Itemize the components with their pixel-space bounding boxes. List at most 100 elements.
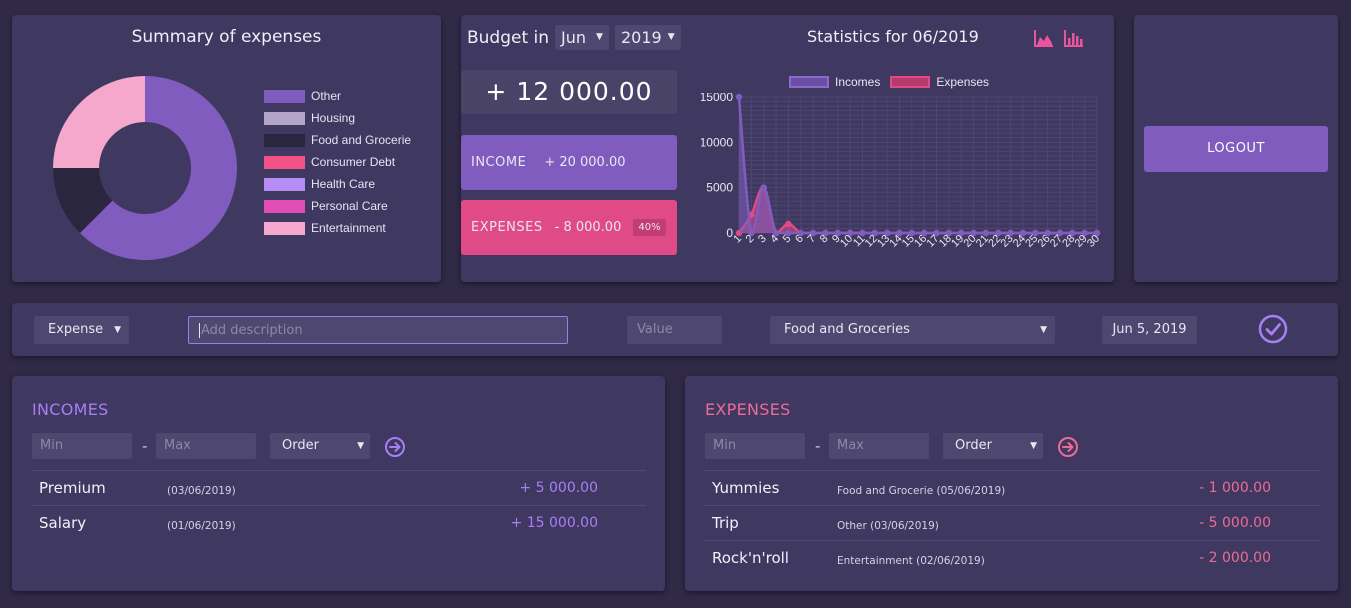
range-dash: - (815, 437, 821, 455)
item-amount: - 2 000.00 (1199, 550, 1271, 566)
expenses-list: Yummies Food and Grocerie (05/06/2019) -… (705, 470, 1319, 575)
data-point-incomes[interactable] (735, 93, 743, 101)
max-placeholder: Max (164, 438, 191, 453)
item-meta: Entertainment (02/06/2019) (837, 555, 985, 567)
legend-label: Food and Grocerie (311, 133, 412, 147)
incomes-max-input[interactable]: Max (156, 433, 256, 459)
legend-item-consumer-debt[interactable]: Consumer Debt (264, 151, 411, 173)
max-placeholder: Max (837, 438, 864, 453)
legend-label: Entertainment (311, 221, 386, 235)
year-select[interactable]: 2019 ▼ (614, 25, 681, 50)
month-value: Jun (561, 28, 587, 47)
legend-swatch-expenses (890, 76, 931, 88)
description-input[interactable]: Add description (188, 316, 568, 344)
list-item[interactable]: Premium (03/06/2019) + 5 000.00 (32, 470, 646, 505)
stats-title: Statistics for 06/2019 (807, 27, 979, 46)
expenses-title: EXPENSES (705, 400, 791, 419)
legend-item-entertainment[interactable]: Entertainment (264, 217, 411, 239)
item-amount: - 1 000.00 (1199, 480, 1271, 496)
text-cursor (199, 323, 200, 338)
legend-label: Housing (311, 111, 356, 125)
legend-item-expenses[interactable]: Expenses (890, 75, 989, 89)
legend-label: Consumer Debt (311, 155, 396, 169)
incomes-min-input[interactable]: Min (32, 433, 132, 459)
list-item[interactable]: Salary (01/06/2019) + 15 000.00 (32, 505, 646, 540)
y-tick-label: 5000 (706, 181, 733, 195)
legend-swatch (264, 111, 305, 125)
legend-item-health-care[interactable]: Health Care (264, 173, 411, 195)
legend-item-other[interactable]: Other (264, 85, 411, 107)
chevron-down-icon: ▼ (114, 325, 121, 335)
income-summary: INCOME + 20 000.00 (461, 135, 677, 190)
category-select[interactable]: Food and Groceries ▼ (770, 316, 1055, 344)
legend-swatch (264, 89, 305, 103)
logout-button[interactable]: LOGOUT (1144, 126, 1328, 172)
statistics-chart: 0500010000150001 2 3 4 5 6 7 8 91011121314151617… (701, 93, 1101, 250)
expenses-min-input[interactable]: Min (705, 433, 805, 459)
data-point-expenses[interactable] (785, 220, 792, 228)
legend-label: Incomes (835, 75, 881, 89)
item-name: Trip (712, 514, 739, 532)
expenses-order-select[interactable]: Order ▼ (943, 433, 1043, 459)
list-item[interactable]: Trip Other (03/06/2019) - 5 000.00 (705, 505, 1319, 540)
chevron-down-icon: ▼ (1030, 441, 1037, 451)
legend-item-food[interactable]: Food and Grocerie (264, 129, 411, 151)
date-input[interactable]: Jun 5, 2019 (1102, 316, 1197, 344)
budget-card: Budget in Jun ▼ 2019 ▼ + 12 000.00 INCOME … (461, 15, 1114, 282)
arrow-right-circle-icon[interactable] (1057, 436, 1079, 458)
order-value: Order (282, 438, 319, 453)
item-amount: + 5 000.00 (519, 480, 598, 496)
income-label: INCOME (471, 155, 527, 170)
min-placeholder: Min (40, 438, 64, 453)
legend-item-housing[interactable]: Housing (264, 107, 411, 129)
donut-slice-entertainment[interactable] (53, 76, 145, 168)
description-placeholder: Add description (201, 323, 303, 338)
legend-swatch (264, 177, 305, 191)
logout-card: LOGOUT (1134, 15, 1338, 282)
list-item[interactable]: Yummies Food and Grocerie (05/06/2019) -… (705, 470, 1319, 505)
y-tick-label: 10000 (701, 135, 733, 149)
incomes-list: Premium (03/06/2019) + 5 000.00 Salary (… (32, 470, 646, 540)
category-value: Food and Groceries (784, 322, 910, 337)
item-meta: (03/06/2019) (167, 485, 236, 497)
chevron-down-icon: ▼ (357, 441, 364, 451)
summary-title: Summary of expenses (131, 27, 322, 47)
chevron-down-icon: ▼ (596, 32, 603, 42)
list-item[interactable]: Rock'n'roll Entertainment (02/06/2019) -… (705, 540, 1319, 575)
value-input[interactable]: Value (627, 316, 722, 344)
item-amount: - 5 000.00 (1199, 515, 1271, 531)
data-point-incomes[interactable] (760, 184, 767, 191)
add-entry-form: Expense ▼ Add description Value Food and… (12, 303, 1338, 356)
expenses-summary: EXPENSES - 8 000.00 40% (461, 200, 677, 255)
incomes-title: INCOMES (32, 400, 109, 419)
value-placeholder: Value (637, 322, 673, 337)
item-name: Yummies (712, 479, 780, 497)
incomes-order-select[interactable]: Order ▼ (270, 433, 370, 459)
incomes-panel: INCOMES Min - Max Order ▼ Premium (03/06/… (12, 376, 665, 591)
expenses-label: EXPENSES (471, 220, 543, 235)
type-select[interactable]: Expense ▼ (34, 316, 129, 344)
expenses-donut-chart (53, 76, 238, 260)
expenses-panel: EXPENSES Min - Max Order ▼ Yummies Food a… (685, 376, 1338, 591)
month-select[interactable]: Jun ▼ (555, 25, 609, 50)
bar-chart-icon[interactable] (1064, 29, 1084, 47)
legend-swatch (264, 155, 305, 169)
confirm-check-icon[interactable] (1257, 313, 1289, 345)
date-value: Jun 5, 2019 (1112, 322, 1187, 337)
legend-swatch (264, 133, 305, 147)
chevron-down-icon: ▼ (1040, 325, 1047, 335)
legend-item-personal-care[interactable]: Personal Care (264, 195, 411, 217)
expenses-max-input[interactable]: Max (829, 433, 929, 459)
area-chart-icon[interactable] (1034, 29, 1054, 47)
x-tick-label: 3 (756, 233, 769, 246)
y-tick-label: 15000 (701, 93, 733, 104)
arrow-right-circle-icon[interactable] (384, 436, 406, 458)
legend-swatch-incomes (789, 76, 829, 88)
legend-item-incomes[interactable]: Incomes (789, 75, 880, 89)
expenses-percent-badge: 40% (633, 219, 666, 236)
budget-total: + 12 000.00 (461, 70, 677, 114)
legend-swatch (264, 199, 305, 213)
chart-legend: Incomes Expenses (789, 75, 999, 89)
item-name: Premium (39, 479, 106, 497)
summary-legend: Other Housing Food and Grocerie Consumer… (264, 85, 411, 239)
